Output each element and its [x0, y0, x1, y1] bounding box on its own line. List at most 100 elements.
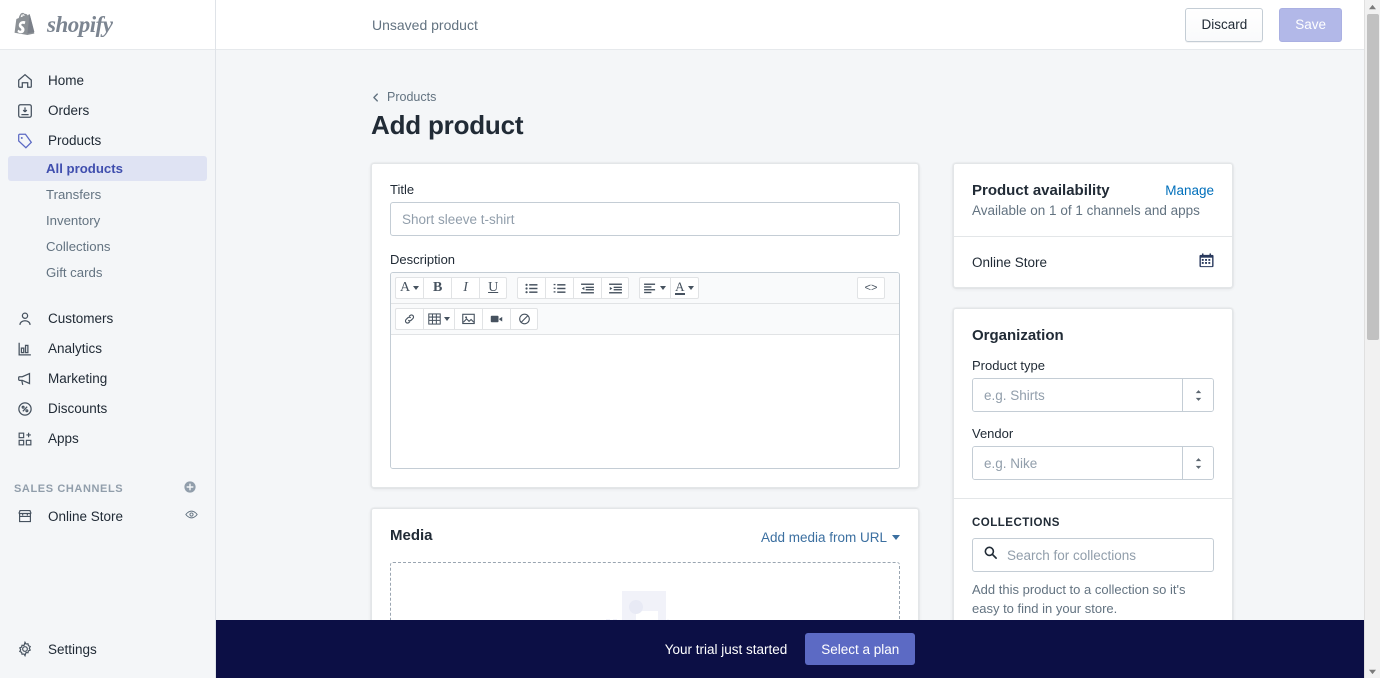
- orders-inbox-icon: [14, 101, 36, 121]
- brand-logo[interactable]: shopify: [0, 0, 215, 50]
- scroll-up-arrow-icon[interactable]: [1365, 0, 1380, 14]
- sidebar-item-transfers[interactable]: Transfers: [8, 182, 207, 207]
- sidebar-subitem-label: All products: [46, 161, 123, 176]
- indent-icon[interactable]: [601, 277, 630, 299]
- sidebar-item-apps[interactable]: Apps: [8, 424, 207, 453]
- sidebar-item-label: Discounts: [48, 401, 108, 416]
- sales-channels-heading: SALES CHANNELS: [14, 482, 124, 495]
- products-tag-icon: [14, 131, 36, 151]
- sidebar-subitem-label: Collections: [46, 239, 111, 254]
- insert-video-icon[interactable]: [482, 308, 510, 330]
- title-input[interactable]: [390, 202, 900, 236]
- sidebar-item-label: Home: [48, 73, 85, 88]
- html-code-icon[interactable]: <>: [857, 277, 885, 299]
- sidebar-item-customers[interactable]: Customers: [8, 304, 207, 333]
- vendor-stepper[interactable]: [1182, 447, 1213, 479]
- sidebar-item-label: Analytics: [48, 341, 103, 356]
- collections-heading: COLLECTIONS: [972, 517, 1060, 529]
- main-region: Unsaved product Discard Save Products Ad…: [216, 0, 1364, 678]
- vendor-field[interactable]: [972, 446, 1214, 480]
- sidebar-item-label: Online Store: [48, 508, 124, 524]
- collections-search-input[interactable]: [998, 547, 1213, 563]
- breadcrumb[interactable]: Products: [371, 90, 1215, 104]
- primary-nav: Home Orders Products All products Transf…: [0, 50, 215, 632]
- discount-badge-icon: [14, 399, 36, 419]
- description-label: Description: [390, 252, 456, 267]
- sidebar-item-label: Marketing: [48, 371, 108, 386]
- manage-availability-link[interactable]: Manage: [1165, 183, 1214, 198]
- numbered-list-icon[interactable]: [545, 277, 574, 299]
- sidebar: shopify Home Orders Products All product…: [0, 0, 216, 678]
- sidebar-item-settings[interactable]: Settings: [0, 632, 215, 666]
- sidebar-item-orders[interactable]: Orders: [8, 96, 207, 125]
- clear-formatting-icon[interactable]: [510, 308, 538, 330]
- brand-name: shopify: [47, 11, 113, 37]
- store-icon: [14, 507, 36, 525]
- left-column: Title Description A: [371, 163, 919, 678]
- underline-icon[interactable]: U: [479, 277, 508, 299]
- chevron-down-icon: [892, 535, 900, 540]
- collections-search-field[interactable]: [972, 538, 1214, 572]
- bold-icon[interactable]: B: [423, 277, 452, 299]
- scroll-down-arrow-icon[interactable]: [1365, 664, 1380, 678]
- text-color-icon[interactable]: A: [670, 277, 699, 299]
- save-button[interactable]: Save: [1279, 7, 1342, 42]
- analytics-bar-chart-icon: [14, 339, 36, 359]
- product-type-field[interactable]: [972, 378, 1214, 412]
- trial-banner: Your trial just started Select a plan: [216, 620, 1364, 678]
- italic-icon[interactable]: I: [451, 277, 480, 299]
- availability-channel-label: Online Store: [972, 254, 1048, 270]
- product-availability-card: Product availability Manage Available on…: [953, 163, 1233, 288]
- page-scroll-area[interactable]: Products Add product Title Des: [216, 50, 1364, 678]
- insert-table-icon[interactable]: [423, 308, 454, 330]
- sidebar-item-label: Orders: [48, 103, 90, 118]
- gear-icon: [14, 640, 36, 658]
- nav-divider: [0, 286, 215, 304]
- sidebar-item-label: Apps: [48, 431, 79, 446]
- description-textarea[interactable]: [391, 335, 899, 468]
- page-title: Add product: [371, 110, 524, 140]
- align-icon[interactable]: [639, 277, 671, 299]
- availability-channel-row[interactable]: Online Store: [954, 237, 1232, 287]
- chevron-left-icon: [371, 92, 381, 103]
- sidebar-item-marketing[interactable]: Marketing: [8, 364, 207, 393]
- bulleted-list-icon[interactable]: [517, 277, 546, 299]
- sidebar-item-label: Settings: [48, 641, 97, 657]
- sidebar-item-online-store[interactable]: Online Store: [8, 501, 207, 531]
- search-icon: [983, 545, 998, 565]
- sidebar-item-gift-cards[interactable]: Gift cards: [8, 260, 207, 285]
- insert-image-icon[interactable]: [454, 308, 482, 330]
- select-a-plan-button[interactable]: Select a plan: [805, 633, 916, 665]
- eye-icon[interactable]: [184, 507, 199, 525]
- sidebar-item-analytics[interactable]: Analytics: [8, 334, 207, 363]
- sidebar-item-home[interactable]: Home: [8, 66, 207, 95]
- home-icon: [14, 71, 36, 91]
- sidebar-item-products[interactable]: Products: [8, 126, 207, 155]
- calendar-icon[interactable]: [1199, 253, 1214, 271]
- add-media-from-url-button[interactable]: Add media from URL: [761, 530, 900, 545]
- outdent-icon[interactable]: [573, 277, 602, 299]
- sidebar-item-discounts[interactable]: Discounts: [8, 394, 207, 423]
- scrollbar-thumb[interactable]: [1367, 14, 1379, 340]
- availability-summary: Available on 1 of 1 channels and apps: [972, 203, 1200, 218]
- sidebar-item-collections[interactable]: Collections: [8, 234, 207, 259]
- vendor-input[interactable]: [973, 447, 1182, 479]
- product-type-input[interactable]: [973, 379, 1182, 411]
- product-type-stepper[interactable]: [1182, 379, 1213, 411]
- right-column: Product availability Manage Available on…: [953, 163, 1233, 658]
- sidebar-item-inventory[interactable]: Inventory: [8, 208, 207, 233]
- product-availability-title: Product availability: [972, 182, 1110, 199]
- insert-link-icon[interactable]: [395, 308, 423, 330]
- organization-title: Organization: [972, 327, 1064, 344]
- sidebar-item-label: Products: [48, 133, 102, 148]
- add-media-from-url-label: Add media from URL: [760, 530, 887, 545]
- plus-circle-icon[interactable]: [183, 480, 197, 497]
- product-details-card: Title Description A: [371, 163, 919, 488]
- sidebar-subitem-label: Gift cards: [46, 265, 103, 280]
- sidebar-item-all-products[interactable]: All products: [8, 156, 207, 181]
- browser-scrollbar[interactable]: [1364, 0, 1380, 678]
- sales-channels-heading-row: SALES CHANNELS: [14, 480, 197, 497]
- page-content: Products Add product Title Des: [216, 50, 1364, 678]
- font-style-icon[interactable]: A: [395, 277, 424, 299]
- discard-button[interactable]: Discard: [1185, 7, 1264, 42]
